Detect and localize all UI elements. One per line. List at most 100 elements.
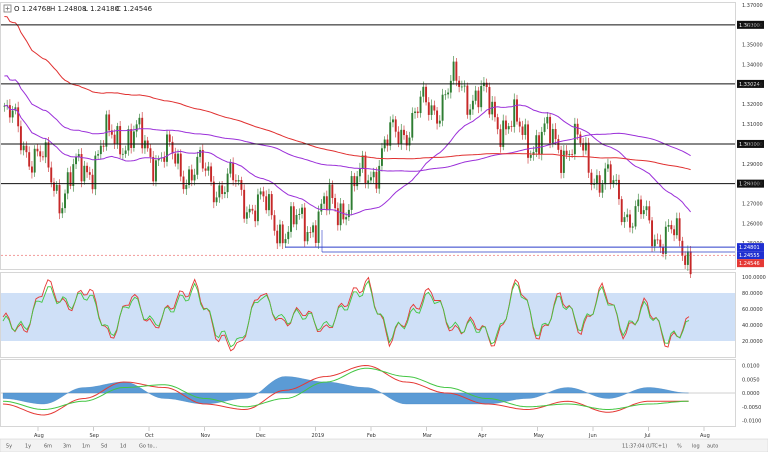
x-tick-label: May [534, 433, 544, 439]
x-tick-label: Nov [201, 433, 211, 439]
candle-body [576, 123, 579, 135]
range-button-4[interactable]: 1m [82, 444, 90, 450]
range-button-7[interactable]: Go to... [139, 444, 158, 450]
range-button-3[interactable]: 3m [63, 444, 71, 450]
candle-body [292, 206, 295, 225]
candle-body [662, 247, 665, 254]
candle-body [267, 194, 270, 211]
candle-body [554, 129, 557, 140]
stochastic-y-axis: 100.0000 80.0000 60.0000 40.0000 20.0000 [742, 275, 766, 345]
candle-body [568, 153, 571, 155]
price-panel[interactable] [0, 2, 736, 270]
forex-chart[interactable]: O 1.24768 H 1.24808 L 1.24180 C 1.24546 … [0, 0, 768, 452]
ohlc-high: H 1.24808 [50, 5, 86, 13]
candle-body [678, 218, 681, 241]
candle-body [75, 156, 77, 165]
candle-body [620, 199, 623, 223]
candle-body [204, 168, 207, 171]
price-y-tick: 1.30000 [742, 142, 763, 148]
candle-body [540, 131, 543, 155]
candle-body [174, 153, 177, 164]
candle-body [182, 176, 185, 190]
range-button-6[interactable]: 1d [120, 444, 126, 450]
candle-body [287, 231, 290, 240]
scale-button-auto[interactable]: auto [707, 444, 718, 450]
candle-body [99, 145, 102, 155]
candle-body [463, 85, 466, 87]
candle-body [190, 169, 193, 181]
candle-body [414, 111, 416, 113]
range-button-0[interactable]: 5y [6, 444, 12, 450]
candle-body [631, 226, 634, 228]
candle-body [303, 207, 306, 242]
candle-body [218, 185, 221, 198]
candle-body [273, 215, 276, 231]
candle-body [8, 105, 11, 118]
candle-body [642, 210, 645, 215]
candle-body [281, 224, 284, 244]
candle-body [651, 220, 654, 247]
candle-body [72, 164, 75, 186]
candle-body [518, 121, 521, 127]
candle-body [256, 194, 259, 222]
candle-body [58, 184, 61, 214]
stochastic-y-tick: 60.0000 [742, 307, 763, 313]
range-button-1[interactable]: 1y [25, 444, 31, 450]
candle-body [378, 165, 381, 189]
candle-body [11, 110, 14, 118]
candle-body [298, 213, 301, 215]
candle-body [270, 194, 273, 216]
scale-button-%[interactable]: % [677, 444, 682, 450]
candle-body [245, 212, 248, 219]
price-y-tick: 1.28000 [742, 182, 763, 188]
candle-body [166, 134, 168, 162]
candle-body [449, 80, 452, 93]
candle-body [66, 172, 69, 194]
candle-body [22, 145, 25, 151]
candle-body [279, 224, 281, 244]
candle-body [455, 61, 458, 81]
candle-body [331, 184, 334, 198]
candle-body [612, 180, 615, 184]
price-y-tick: 1.35000 [742, 43, 763, 49]
price-y-tick: 1.37000 [742, 3, 763, 9]
candle-body [656, 239, 659, 241]
candle-body [168, 134, 171, 142]
x-axis: Aug Sep Oct Nov Dec 2019 Feb Mar Apr May Jun Jul Aug [34, 427, 710, 439]
x-tick-label: Aug [700, 433, 710, 439]
price-tag-text: 1.24555 [739, 253, 760, 259]
candle-body [251, 208, 254, 211]
candle-body [17, 107, 20, 127]
ohlc-low: L 1.24180 [84, 5, 119, 13]
chart-header: O 1.24768 H 1.24808 L 1.24180 C 1.24546 [3, 4, 153, 13]
candle-body [64, 193, 66, 209]
candle-body [640, 199, 642, 215]
candle-body [626, 214, 629, 218]
candle-body [41, 156, 44, 158]
candle-body [372, 171, 375, 178]
scale-button-log[interactable]: log [692, 444, 700, 450]
candle-body [419, 96, 422, 114]
candle-body [113, 134, 116, 144]
candle-body [675, 218, 678, 236]
candle-body [488, 86, 491, 115]
candle-body [565, 150, 568, 155]
stochastic-y-tick: 20.0000 [742, 339, 763, 345]
candle-body [609, 164, 612, 184]
candle-body [215, 197, 218, 203]
range-button-5[interactable]: 5d [101, 444, 107, 450]
x-tick-label: Mar [423, 433, 433, 439]
x-tick-label: Oct [145, 433, 154, 439]
candle-body [606, 164, 609, 169]
candle-body [358, 168, 361, 177]
candle-body [234, 180, 237, 182]
candle-body [474, 90, 477, 101]
x-tick-label: Aug [34, 433, 44, 439]
candle-body [97, 154, 100, 156]
candle-body [284, 239, 287, 244]
candle-body [201, 149, 204, 169]
x-tick-label: Feb [367, 433, 376, 439]
range-button-2[interactable]: 6m [44, 444, 52, 450]
candle-body [549, 116, 552, 144]
candle-body [248, 208, 251, 213]
